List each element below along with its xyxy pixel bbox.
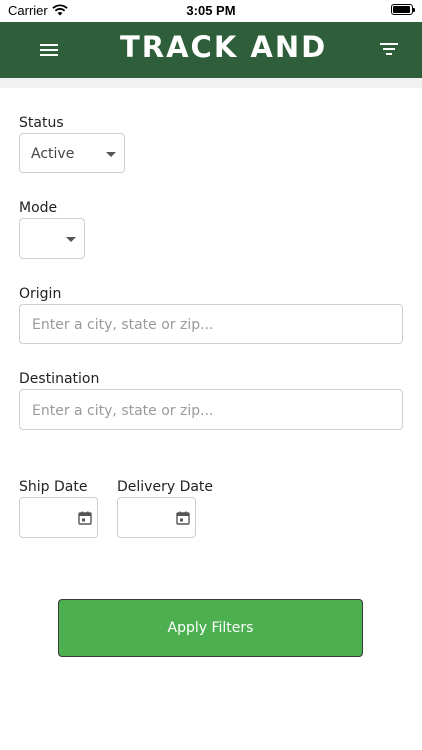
status-label: Status: [19, 115, 64, 131]
clock: 3:05 PM: [186, 3, 236, 18]
mode-select[interactable]: [19, 218, 85, 259]
calendar-icon: [78, 511, 92, 525]
header-divider: [0, 78, 422, 88]
origin-label: Origin: [19, 286, 62, 302]
origin-input[interactable]: [30, 305, 396, 345]
page-title: TRACK AND: [120, 30, 328, 64]
status-bar: Carrier 3:05 PM: [0, 0, 422, 22]
destination-label: Destination: [19, 371, 100, 387]
destination-field[interactable]: [19, 389, 403, 431]
delivery-date-label: Delivery Date: [117, 479, 214, 495]
destination-input[interactable]: [30, 390, 396, 431]
delivery-date-field[interactable]: [117, 497, 196, 538]
filter-icon[interactable]: [376, 36, 404, 62]
ship-date-field[interactable]: [19, 497, 98, 538]
apply-filters-button[interactable]: Apply Filters: [58, 599, 363, 657]
status-select-value: Active: [31, 146, 75, 162]
calendar-icon: [176, 511, 190, 525]
origin-field[interactable]: [19, 304, 403, 345]
chevron-down-icon: [106, 152, 116, 157]
battery-icon: [391, 4, 415, 15]
chevron-down-icon: [66, 237, 76, 242]
hamburger-menu-icon[interactable]: [32, 36, 66, 64]
mode-label: Mode: [19, 200, 58, 216]
status-select[interactable]: Active: [19, 133, 125, 173]
header-bar: TRACK AND: [0, 22, 422, 78]
ship-date-label: Ship Date: [19, 479, 88, 495]
